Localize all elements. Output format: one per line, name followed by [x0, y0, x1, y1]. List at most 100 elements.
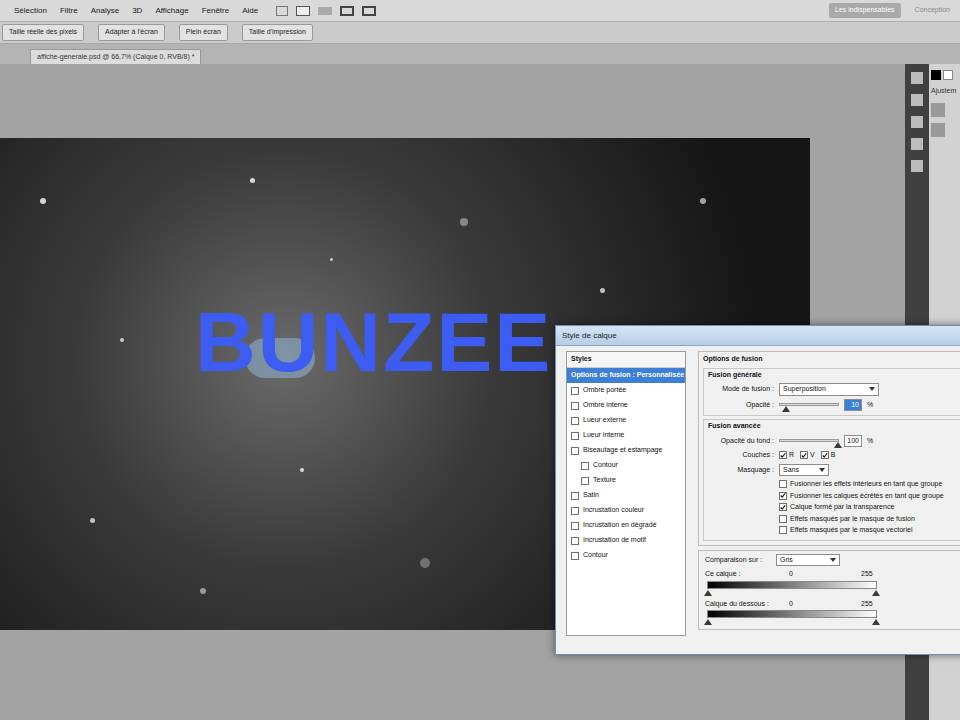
adjustment-icon[interactable] — [931, 103, 945, 117]
checkbox[interactable] — [571, 552, 579, 560]
checkbox[interactable] — [779, 503, 787, 511]
view-button[interactable]: Taille d'impression — [242, 24, 313, 41]
knockout-dropdown[interactable]: Sans — [779, 464, 829, 477]
menu-items: Sélection Filtre Analyse 3D Affichage Fenêtre… — [14, 5, 258, 17]
menu-item[interactable]: Filtre — [60, 5, 78, 17]
style-item[interactable]: Incrustation couleur — [567, 503, 685, 518]
checkbox[interactable] — [800, 451, 808, 459]
blending-options: Options de fusion Fusion générale Mode d… — [698, 351, 960, 654]
checkbox[interactable] — [571, 417, 579, 425]
view-button[interactable]: Taille réelle des pixels — [2, 24, 84, 41]
workspace-button[interactable]: Les indispensables — [829, 3, 901, 18]
dialog-title-bar[interactable]: Style de calque — [556, 326, 960, 346]
panel-icon[interactable] — [911, 160, 923, 172]
checkbox[interactable] — [581, 462, 589, 470]
menu-item[interactable]: Affichage — [155, 5, 188, 17]
slider-thumb[interactable] — [782, 406, 790, 412]
document-tab[interactable]: affiche-generale.psd @ 66,7% (Calque 0, … — [30, 49, 201, 64]
style-item[interactable]: Ombre portée — [567, 383, 685, 398]
slider-thumb[interactable] — [704, 590, 712, 596]
blend-option[interactable]: Calque formé par la transparence — [779, 502, 960, 513]
style-item[interactable]: Lueur interne — [567, 428, 685, 443]
fill-slider[interactable] — [779, 439, 839, 442]
mode-dropdown[interactable]: Superposition — [779, 383, 879, 396]
blend-option[interactable]: Fusionner les effets intérieurs en tant … — [779, 479, 960, 490]
style-item[interactable]: Incrustation en dégradé — [567, 518, 685, 533]
frame-icon[interactable] — [296, 6, 310, 16]
gradient-bar[interactable] — [707, 581, 877, 589]
checkbox[interactable] — [779, 480, 787, 488]
blend-if-dropdown[interactable]: Gris — [776, 554, 840, 567]
blend-option[interactable]: Effets masqués par le masque de fusion — [779, 514, 960, 525]
opacity-slider[interactable] — [779, 403, 839, 406]
checkbox[interactable] — [571, 447, 579, 455]
adjustment-icon[interactable] — [931, 123, 945, 137]
zoom-icon[interactable] — [318, 7, 332, 15]
checkbox[interactable] — [571, 537, 579, 545]
style-item[interactable]: Incrustation de motif — [567, 533, 685, 548]
star — [300, 468, 304, 472]
style-item[interactable]: Options de fusion : Personnalisée — [567, 368, 685, 383]
channel-toggle[interactable]: V — [800, 450, 815, 461]
style-item-label: Ombre interne — [583, 400, 628, 411]
style-item[interactable]: Contour — [567, 458, 685, 473]
star — [460, 218, 468, 226]
mode-label: Mode de fusion : — [708, 384, 774, 395]
checkbox[interactable] — [779, 451, 787, 459]
slider-thumb[interactable] — [834, 442, 842, 448]
foreground-color-icon[interactable] — [931, 70, 941, 80]
menu-item[interactable]: Fenêtre — [202, 5, 230, 17]
color-swatches[interactable] — [931, 70, 953, 80]
checkbox[interactable] — [821, 451, 829, 459]
panel-icon[interactable] — [911, 138, 923, 150]
dropdown-arrow-icon — [830, 558, 836, 562]
view-button[interactable]: Adapter à l'écran — [98, 24, 165, 41]
panel-icon[interactable] — [911, 94, 923, 106]
checkbox[interactable] — [571, 492, 579, 500]
background-color-icon[interactable] — [943, 70, 953, 80]
menu-item[interactable]: Sélection — [14, 5, 47, 17]
slider-thumb[interactable] — [704, 619, 712, 625]
style-item[interactable]: Biseautage et estampage — [567, 443, 685, 458]
slider-thumb[interactable] — [872, 619, 880, 625]
checkbox[interactable] — [779, 526, 787, 534]
checkbox[interactable] — [571, 507, 579, 515]
menu-item[interactable]: Aide — [242, 5, 258, 17]
style-item[interactable]: Satin — [567, 488, 685, 503]
general-blending: Fusion générale Mode de fusion : Superpo… — [703, 368, 960, 417]
view-button[interactable]: Plein écran — [179, 24, 228, 41]
checkbox[interactable] — [571, 522, 579, 530]
style-item[interactable]: Lueur externe — [567, 413, 685, 428]
checkbox[interactable] — [571, 432, 579, 440]
opacity-value[interactable]: 10 — [844, 399, 862, 412]
check-icon — [822, 452, 828, 459]
channel-toggle[interactable]: B — [821, 450, 836, 461]
slider-thumb[interactable] — [872, 590, 880, 596]
panel-icon[interactable] — [911, 116, 923, 128]
workspace-button[interactable]: Conception — [909, 3, 956, 18]
style-item[interactable]: Texture — [567, 473, 685, 488]
checkbox[interactable] — [581, 477, 589, 485]
grid-icon[interactable] — [276, 6, 288, 16]
blend-option[interactable]: Effets masqués par le masque vectoriel — [779, 525, 960, 536]
checkbox[interactable] — [571, 402, 579, 410]
blend-option-label: Fusionner les effets intérieurs en tant … — [790, 479, 942, 490]
dialog-title: Style de calque — [562, 330, 617, 342]
channel-toggle[interactable]: R — [779, 450, 794, 461]
checkbox[interactable] — [571, 387, 579, 395]
arrange-icon[interactable] — [340, 6, 354, 16]
fill-value[interactable]: 100 — [844, 435, 862, 448]
canvas-title-text[interactable]: BUNZEE — [195, 300, 552, 384]
panel-icon[interactable] — [911, 72, 923, 84]
menu-item[interactable]: 3D — [132, 5, 142, 17]
blend-option[interactable]: Fusionner les calques écrêtés en tant qu… — [779, 491, 960, 502]
screen-mode-icon[interactable] — [362, 6, 376, 16]
menu-item[interactable]: Analyse — [91, 5, 119, 17]
options-buttons: Taille réelle des pixels Adapter à l'écra… — [2, 24, 313, 41]
style-item[interactable]: Ombre interne — [567, 398, 685, 413]
checkbox[interactable] — [779, 492, 787, 500]
checkbox[interactable] — [779, 515, 787, 523]
style-item[interactable]: Contour — [567, 548, 685, 563]
adjustments-tab[interactable]: Ajustem — [931, 86, 956, 97]
gradient-bar[interactable] — [707, 610, 877, 618]
